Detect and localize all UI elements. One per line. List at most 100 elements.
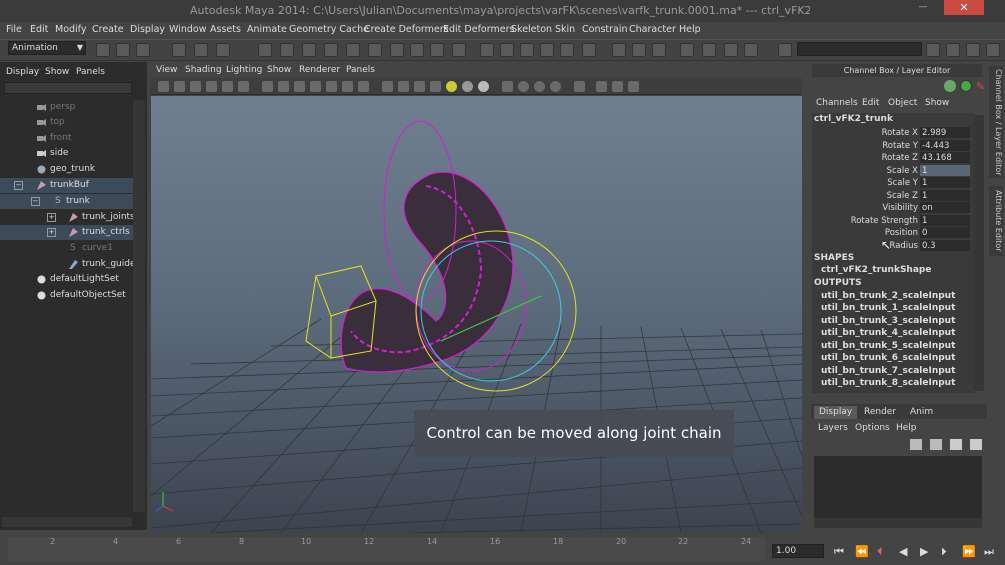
layer-menu-layers[interactable]: Layers xyxy=(818,423,848,433)
menu-skeleton[interactable]: Skeleton xyxy=(511,24,552,35)
output-node[interactable]: util_bn_trunk_6_scaleInput xyxy=(821,353,955,363)
channel-value[interactable]: 1 xyxy=(920,215,970,226)
outliner-item[interactable]: side xyxy=(0,146,133,161)
menu-edit[interactable]: Edit xyxy=(30,24,48,35)
render-frame-icon[interactable] xyxy=(500,43,514,57)
open-scene-icon[interactable] xyxy=(116,43,130,57)
wireframe-on-shaded-icon[interactable] xyxy=(414,81,425,92)
menu-character[interactable]: Character xyxy=(629,24,676,35)
textured-icon[interactable] xyxy=(430,81,441,92)
pen-icon[interactable]: ✎ xyxy=(976,80,986,93)
outliner-horizontal-scrollbar[interactable] xyxy=(2,517,132,527)
viewport-menu-show[interactable]: Show xyxy=(267,65,291,75)
two-d-pan-icon[interactable] xyxy=(222,81,233,92)
viewport-menu-shading[interactable]: Shading xyxy=(185,65,222,75)
channel-value[interactable]: 0 xyxy=(920,227,970,238)
lock-icon[interactable] xyxy=(430,43,444,57)
snap-surface-icon[interactable] xyxy=(346,43,360,57)
shape-node[interactable]: ctrl_vFK2_trunkShape xyxy=(821,265,931,275)
grease-pencil-icon[interactable] xyxy=(238,81,249,92)
selection-mask-icon[interactable] xyxy=(452,43,466,57)
channel-row-rotate-z[interactable]: Rotate Z 43.168 xyxy=(812,152,970,164)
channel-value[interactable]: 1 xyxy=(920,190,970,201)
outliner-menu-show[interactable]: Show xyxy=(45,67,69,77)
outliner-item[interactable]: defaultObjectSet xyxy=(0,288,133,303)
channel-menu-channels[interactable]: Channels xyxy=(816,98,858,108)
shadows-icon[interactable] xyxy=(462,81,473,92)
safe-title-icon[interactable] xyxy=(358,81,369,92)
display-cube-icon[interactable] xyxy=(596,81,607,92)
collapse-icon[interactable]: − xyxy=(14,181,23,190)
isolate-select-icon[interactable] xyxy=(502,81,513,92)
film-gate-icon[interactable] xyxy=(278,81,289,92)
viewport-menu-view[interactable]: View xyxy=(156,65,177,75)
current-time-field[interactable]: 1.00 xyxy=(772,544,824,558)
outliner-menu-panels[interactable]: Panels xyxy=(76,67,105,77)
new-layer-icon[interactable] xyxy=(950,439,962,450)
menu-help[interactable]: Help xyxy=(679,24,701,35)
wireframe-icon[interactable] xyxy=(382,81,393,92)
sidebar-toggle-icon[interactable] xyxy=(778,43,792,57)
x-ray-joints-icon[interactable] xyxy=(534,81,545,92)
go-to-start-icon[interactable]: ⏮ xyxy=(834,545,844,559)
grid-icon[interactable] xyxy=(262,81,273,92)
channel-row-visibility[interactable]: Visibility on xyxy=(812,202,970,214)
display-edges-icon[interactable] xyxy=(612,81,623,92)
step-back-key-icon[interactable]: ⏴ xyxy=(877,545,883,559)
snap-point-icon[interactable] xyxy=(302,43,316,57)
expand-icon[interactable]: + xyxy=(47,213,56,222)
collapse-icon[interactable]: − xyxy=(31,197,40,206)
new-scene-icon[interactable] xyxy=(96,43,110,57)
channel-value[interactable]: 43.168 xyxy=(920,152,970,163)
quick-select-input[interactable] xyxy=(797,42,922,56)
time-slider[interactable] xyxy=(8,537,765,561)
channel-menu-show[interactable]: Show xyxy=(925,98,949,108)
outliner-item[interactable]: + trunk_ctrls xyxy=(0,225,133,240)
outliner-item[interactable]: persp xyxy=(0,100,133,115)
help-icon[interactable] xyxy=(410,43,424,57)
outliner-item[interactable]: S curve1 xyxy=(0,241,133,256)
history-icon[interactable] xyxy=(368,43,382,57)
tab-anim[interactable]: Anim xyxy=(905,406,938,419)
step-forward-icon[interactable]: ⏩ xyxy=(962,545,976,558)
tab-display[interactable]: Display xyxy=(814,406,858,419)
select-object-icon[interactable] xyxy=(194,43,208,57)
channel-row-rotate-x[interactable]: Rotate X 2.989 xyxy=(812,127,970,139)
channel-value[interactable]: 1 xyxy=(920,177,970,188)
channel-row-scale-x[interactable]: Scale X1 xyxy=(812,165,970,177)
viewport-menu-lighting[interactable]: Lighting xyxy=(226,65,262,75)
outliner-item[interactable]: − S trunk xyxy=(0,194,133,209)
key-icon[interactable] xyxy=(944,80,956,92)
select-hierarchy-icon[interactable] xyxy=(172,43,186,57)
snap-curve-icon[interactable] xyxy=(280,43,294,57)
layer-editor-icon[interactable] xyxy=(986,43,1000,57)
input-line-icon[interactable] xyxy=(612,43,626,57)
tab-render[interactable]: Render xyxy=(859,406,901,419)
render-view-icon[interactable] xyxy=(480,43,494,57)
ipr-render-icon[interactable] xyxy=(520,43,534,57)
menu-animate[interactable]: Animate xyxy=(247,24,287,35)
lights-icon[interactable] xyxy=(446,81,457,92)
channel-menu-edit[interactable]: Edit xyxy=(862,98,879,108)
step-forward-key-icon[interactable]: ⏵ xyxy=(941,545,947,559)
channel-menu-object[interactable]: Object xyxy=(888,98,917,108)
camera-select-icon[interactable] xyxy=(158,81,169,92)
outliner-item[interactable]: geo_trunk xyxy=(0,162,133,177)
play-forward-icon[interactable]: ▶ xyxy=(920,545,928,558)
share-icon[interactable] xyxy=(628,81,639,92)
viewport-menu-panels[interactable]: Panels xyxy=(346,65,375,75)
outliner-item[interactable]: + trunk_joints xyxy=(0,210,135,225)
layer-menu-help[interactable]: Help xyxy=(896,423,917,433)
select-component-icon[interactable] xyxy=(216,43,230,57)
menu-geometry-cache[interactable]: Geometry Cache xyxy=(289,24,369,35)
output-node[interactable]: util_bn_trunk_2_scaleInput xyxy=(821,291,955,301)
channel-value[interactable]: 1 xyxy=(920,165,970,176)
bookmark-icon[interactable] xyxy=(190,81,201,92)
attribute-editor-side-tab[interactable]: Attribute Editor xyxy=(989,186,1003,256)
backface-icon[interactable] xyxy=(550,81,561,92)
menu-window[interactable]: Window xyxy=(169,24,206,35)
menu-set-select[interactable]: Animation ▼ xyxy=(8,41,86,55)
output-node[interactable]: util_bn_trunk_7_scaleInput xyxy=(821,366,955,376)
step-back-icon[interactable]: ⏪ xyxy=(855,545,869,558)
channel-value[interactable]: 0.3 xyxy=(920,240,970,251)
